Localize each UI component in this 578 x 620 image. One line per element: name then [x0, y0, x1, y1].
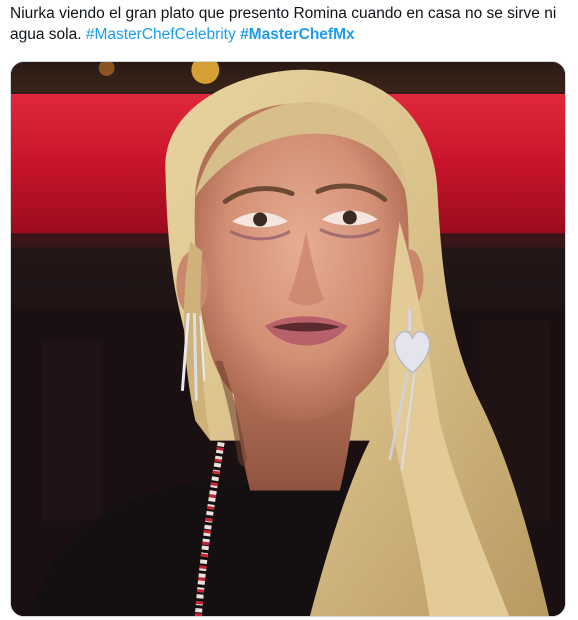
- hashtag-link-masterchefcelebrity[interactable]: #MasterChefCelebrity: [86, 26, 236, 43]
- tweet-card: Niurka viendo el gran plato que presento…: [0, 0, 578, 620]
- hashtag-link-masterchefmx[interactable]: #MasterChefMx: [240, 26, 355, 43]
- tweet-photo[interactable]: [10, 61, 566, 617]
- tweet-text: Niurka viendo el gran plato que presento…: [10, 0, 567, 48]
- photo-of-crying-woman-icon: [11, 62, 565, 616]
